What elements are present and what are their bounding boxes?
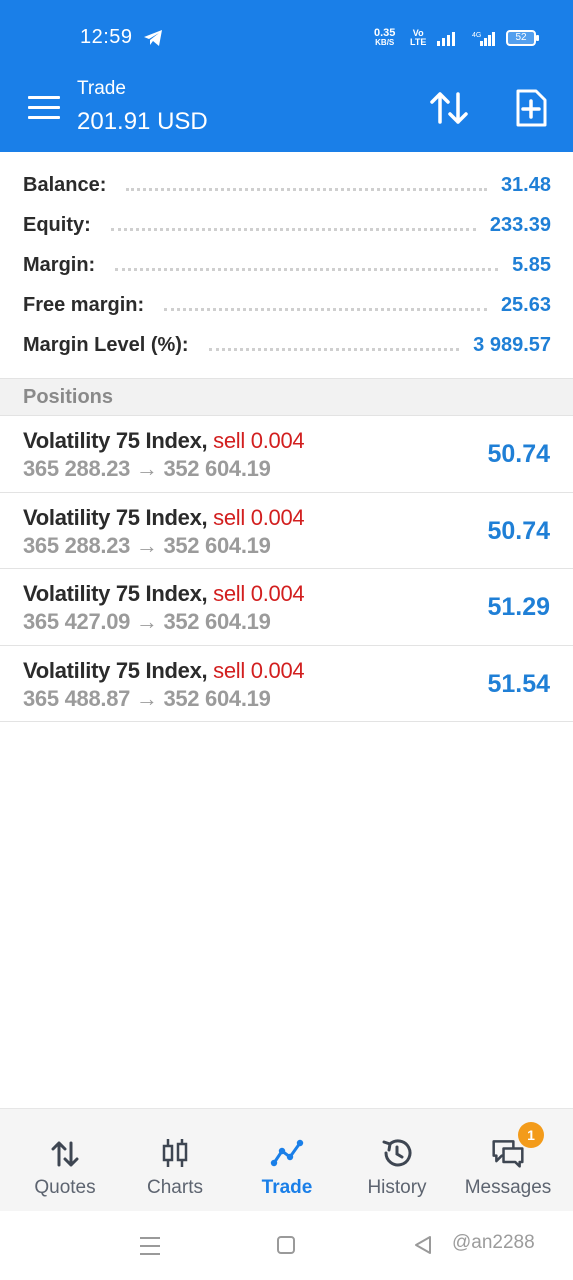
watermark: @an2288 xyxy=(452,1232,535,1253)
arrow-icon: → xyxy=(135,456,158,481)
sort-icon[interactable] xyxy=(428,88,470,128)
status-time: 12:59 xyxy=(80,26,133,48)
position-row[interactable]: Volatility 75 Index, sell 0.004 365 488.… xyxy=(0,646,573,722)
nav-messages[interactable]: Messages xyxy=(451,1109,565,1212)
margin-level-row: Margin Level (%): 3 989.57 xyxy=(23,333,551,356)
account-summary: Balance: 31.48 Equity: 233.39 Margin: 5.… xyxy=(0,152,573,378)
open-price: 365 288.23 xyxy=(23,456,131,481)
svg-text:4G: 4G xyxy=(472,32,481,39)
position-symbol: Volatility 75 Index, xyxy=(23,581,208,606)
current-price: 352 604.19 xyxy=(163,685,271,711)
position-profit: 50.74 xyxy=(487,516,550,545)
positions-list: Volatility 75 Index, sell 0.004 365 288.… xyxy=(0,416,573,722)
position-type: sell 0.004 xyxy=(213,504,305,530)
position-symbol: Volatility 75 Index, xyxy=(23,428,208,453)
balance-row: Balance: 31.48 xyxy=(23,173,551,196)
network-speed: 0.35 KB/S xyxy=(374,27,396,48)
margin-level-value: 3 989.57 xyxy=(473,333,551,356)
current-price: 352 604.19 xyxy=(163,609,271,634)
messages-badge: 1 xyxy=(518,1122,544,1148)
margin-row: Margin: 5.85 xyxy=(23,253,551,276)
current-price: 352 604.19 xyxy=(163,532,271,558)
free-margin-row: Free margin: 25.63 xyxy=(23,293,551,316)
position-row[interactable]: Volatility 75 Index, sell 0.004 365 288.… xyxy=(0,416,573,493)
position-row[interactable]: Volatility 75 Index, sell 0.004 365 288.… xyxy=(0,493,573,569)
positions-header: Positions xyxy=(0,378,573,416)
history-icon xyxy=(382,1139,412,1167)
battery-icon: 52 xyxy=(506,30,539,46)
arrow-icon: → xyxy=(135,685,158,711)
back-icon[interactable] xyxy=(413,1235,433,1255)
open-price: 365 488.87 xyxy=(23,685,131,711)
status-bar: 12:59 0.35 KB/S Vo LTE 4G 52 xyxy=(0,0,573,72)
position-symbol: Volatility 75 Index, xyxy=(23,504,208,530)
home-icon[interactable] xyxy=(276,1235,296,1255)
open-price: 365 288.23 xyxy=(23,532,131,558)
trade-icon xyxy=(270,1139,304,1167)
equity-row: Equity: 233.39 xyxy=(23,213,551,236)
margin-value: 5.85 xyxy=(512,253,551,276)
arrow-icon: → xyxy=(135,609,158,634)
position-profit: 51.29 xyxy=(487,593,550,621)
app-header: 12:59 0.35 KB/S Vo LTE 4G 52 Trade 201.9… xyxy=(0,0,573,152)
nav-history[interactable]: History xyxy=(340,1109,454,1212)
recents-icon[interactable] xyxy=(139,1235,161,1257)
balance-value: 31.48 xyxy=(500,173,551,196)
position-type: sell 0.004 xyxy=(213,428,305,453)
position-profit: 51.54 xyxy=(487,669,550,698)
volte-indicator: Vo LTE xyxy=(410,28,427,47)
account-equity-header: 201.91 USD xyxy=(77,108,208,135)
position-type: sell 0.004 xyxy=(213,581,305,606)
menu-button[interactable] xyxy=(28,96,60,120)
free-margin-value: 25.63 xyxy=(500,293,551,316)
position-symbol: Volatility 75 Index, xyxy=(23,657,208,683)
signal-4g-icon: 4G xyxy=(472,32,495,46)
new-order-icon[interactable] xyxy=(512,88,550,128)
position-type: sell 0.004 xyxy=(213,657,305,683)
page-title: Trade xyxy=(77,78,126,99)
equity-value: 233.39 xyxy=(489,213,551,236)
quotes-icon xyxy=(51,1141,79,1167)
charts-icon xyxy=(162,1139,188,1167)
telegram-icon xyxy=(144,30,162,46)
position-row[interactable]: Volatility 75 Index, sell 0.004 365 427.… xyxy=(0,569,573,646)
nav-quotes[interactable]: Quotes xyxy=(8,1109,122,1212)
open-price: 365 427.09 xyxy=(23,609,131,634)
signal-icon xyxy=(437,32,455,46)
bottom-nav: Quotes Charts Trade History Messages xyxy=(0,1108,573,1211)
position-profit: 50.74 xyxy=(487,440,550,468)
nav-charts[interactable]: Charts xyxy=(118,1109,232,1212)
current-price: 352 604.19 xyxy=(163,456,271,481)
arrow-icon: → xyxy=(135,532,158,558)
nav-trade[interactable]: Trade xyxy=(230,1109,344,1212)
